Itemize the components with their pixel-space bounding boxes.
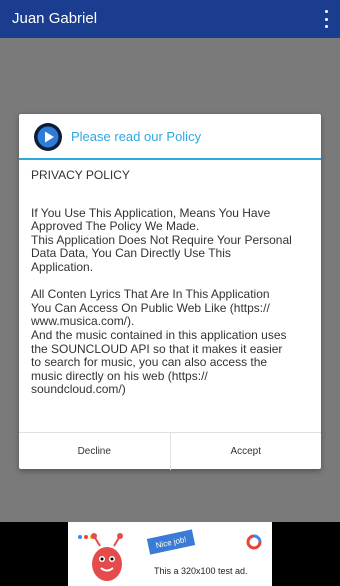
policy-heading: PRIVACY POLICY	[31, 168, 130, 182]
app-bar: Juan Gabriel	[0, 0, 340, 38]
dialog-header: Please read our Policy	[19, 114, 321, 158]
ad-logo-icon	[246, 534, 262, 550]
dialog-title: Please read our Policy	[71, 129, 202, 144]
dialog-actions: Decline Accept	[19, 432, 321, 470]
policy-dialog: Please read our Policy PRIVACY POLICY If…	[19, 114, 321, 470]
policy-paragraph-2: All Conten Lyrics That Are In This Appli…	[31, 287, 287, 397]
policy-paragraph-1: If You Use This Application, Means You H…	[31, 205, 292, 274]
ad-banner-flag: Nice job!	[146, 529, 196, 555]
dialog-body: PRIVACY POLICY If You Use This Applicati…	[31, 168, 313, 397]
test-ad-banner[interactable]: Nice job! This a 320x100 test ad.	[68, 522, 272, 586]
monster-mascot-icon	[91, 533, 123, 581]
app-title: Juan Gabriel	[12, 10, 98, 27]
ad-text: This a 320x100 test ad.	[154, 566, 248, 576]
overflow-menu-icon[interactable]	[322, 10, 330, 28]
accept-button[interactable]: Accept	[169, 433, 322, 470]
play-button-icon	[34, 123, 62, 151]
dialog-divider	[19, 158, 321, 160]
decline-button[interactable]: Decline	[19, 433, 170, 470]
